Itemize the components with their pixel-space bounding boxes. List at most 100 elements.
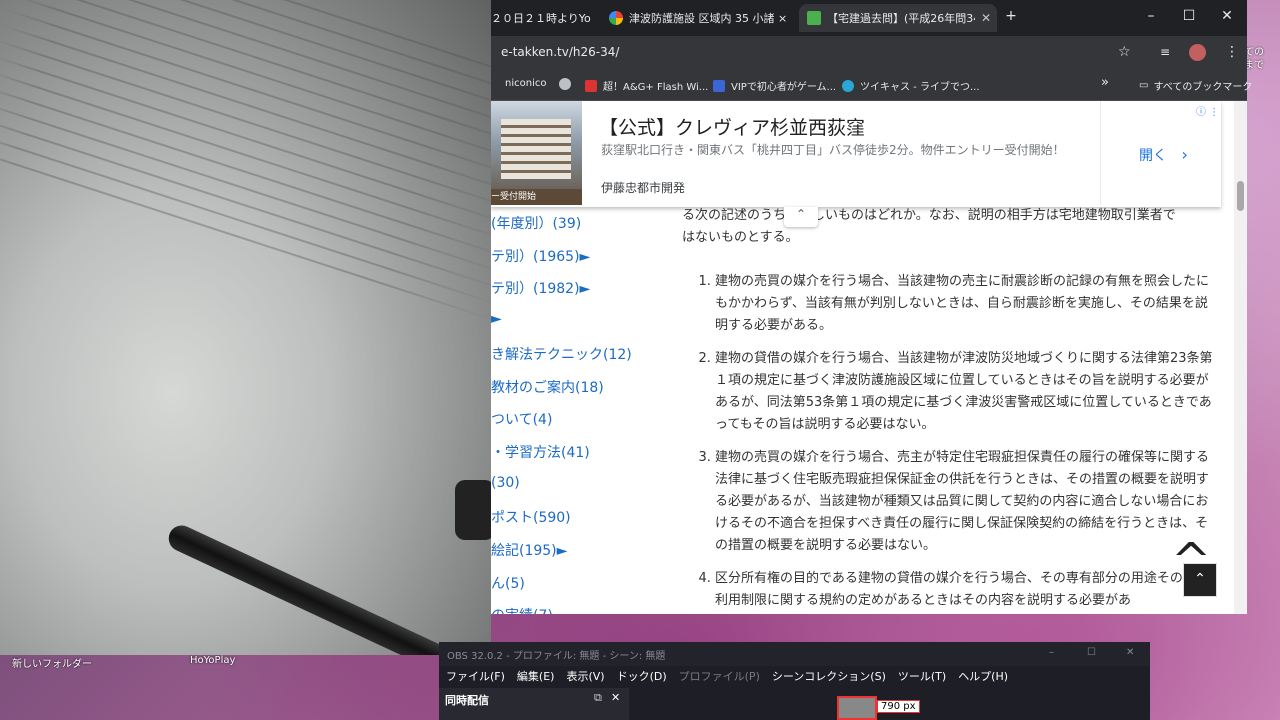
obs-maximize-button[interactable]: ☐ [1087, 647, 1096, 658]
page-scrollbar[interactable] [1234, 101, 1247, 614]
obs-dock-title: 同時配信 [445, 694, 489, 707]
obs-minimize-button[interactable]: – [1049, 647, 1054, 658]
twitcasting-icon [842, 79, 854, 92]
sidebar-item[interactable]: テ別）(1982)► [491, 278, 590, 298]
close-window-button[interactable]: ✕ [1209, 8, 1245, 24]
sidebar-item[interactable]: 教材のご案内(18) [491, 377, 604, 397]
bookmark-label: ツイキャス - ライブでつ... [860, 82, 980, 93]
obs-menu-profile[interactable]: プロファイル(P) [679, 666, 760, 688]
bookmark-label: VIPで初心者がゲーム... [731, 82, 837, 93]
sidebar-item[interactable]: ・学習方法(41) [491, 442, 590, 462]
close-tab-icon[interactable]: ✕ [981, 11, 991, 25]
google-icon [609, 11, 623, 25]
browser-window: ２０日２１時よりYo 津波防護施設 区域内 35 小諸 × 【宅建過去問】(平成… [491, 0, 1252, 614]
scroll-to-top[interactable]: ^ ⌃ [1167, 537, 1223, 597]
camera-feed [0, 0, 491, 655]
obs-menu-scene-collection[interactable]: シーンコレクション(S) [772, 666, 886, 688]
vip-icon [713, 79, 725, 92]
all-bookmarks-button[interactable]: ▭ すべてのブックマーク [1139, 78, 1252, 93]
ad-title[interactable]: 【公式】クレヴィア杉並西荻窪 [599, 113, 865, 140]
tab-e-takken[interactable]: 【宅建過去問】(平成26年問34) ✕ [799, 4, 997, 32]
tab-label: ２０日２１時よりYo [491, 12, 591, 25]
obs-menu-file[interactable]: ファイル(F) [446, 666, 505, 688]
obs-title-bar: OBS 32.0.2 - プロファイル: 無題 - シーン: 無題 – ☐ ✕ [439, 642, 1150, 666]
dock-close-icon[interactable]: ✕ [611, 691, 620, 704]
bookmark-label: niconico [505, 78, 547, 89]
tab-label: 津波防護施設 区域内 35 小諸 × [629, 12, 788, 25]
ad-divider [1100, 101, 1101, 205]
chevron-right-icon: › [1181, 145, 1188, 164]
sidebar-item[interactable]: の実績(7) [491, 605, 553, 614]
profile-avatar[interactable] [1189, 44, 1206, 61]
obs-menu-edit[interactable]: 編集(E) [517, 666, 555, 688]
preview-source-box[interactable] [837, 696, 877, 720]
url-field[interactable]: e-takken.tv/h26-34/ [501, 45, 619, 59]
bookmarks-overflow-button[interactable]: » [1101, 75, 1109, 90]
obs-menu-tools[interactable]: ツール(T) [898, 666, 946, 688]
option-3: 建物の売買の媒介を行う場合、売主が特定住宅瑕疵担保責任の履行の確保等に関する法律… [715, 447, 1215, 557]
preview-size-label: 790 px [877, 700, 920, 713]
obs-close-button[interactable]: ✕ [1126, 647, 1134, 658]
bookmark-star-icon[interactable]: ☆ [1118, 44, 1131, 60]
ad-banner[interactable]: ー受付開始 【公式】クレヴィア杉並西荻窪 荻窪駅北口行き・関東バス「桃井四丁目」… [491, 101, 1221, 207]
sidebar-item[interactable]: (30) [491, 475, 520, 491]
back-to-top-button[interactable]: ⌃ [1183, 563, 1217, 597]
bookmark-globe[interactable] [559, 78, 577, 90]
menu-icon[interactable]: ⋮ [1225, 44, 1239, 60]
bookmarks-bar: niconico 超！A&G+ Flash Wi... VIPで初心者がゲーム.… [491, 70, 1252, 101]
obs-title: OBS 32.0.2 - プロファイル: 無題 - シーン: 無題 [447, 651, 666, 662]
sidebar-item[interactable]: き解法テクニック(12) [491, 344, 632, 364]
media-control-icon[interactable]: ≡ [1160, 45, 1170, 59]
obs-menu-help[interactable]: ヘルプ(H) [958, 666, 1008, 688]
option-4: 区分所有権の目的である建物の貸借の媒介を行う場合、その専有部分の用途その他の利用… [715, 568, 1215, 612]
ad-collapse-button[interactable]: ⌃ [784, 207, 818, 227]
tab-google-search[interactable]: 津波防護施設 区域内 35 小諸 × [601, 4, 793, 32]
sidebar-item[interactable]: (年度別）(39) [491, 213, 581, 233]
bookmark-twitcasting[interactable]: ツイキャス - ライブでつ... [842, 78, 980, 93]
sidebar-item[interactable]: ► [491, 311, 502, 327]
all-bookmarks-label: すべてのブックマーク [1153, 82, 1253, 93]
obs-window: OBS 32.0.2 - プロファイル: 無題 - シーン: 無題 – ☐ ✕ … [439, 642, 1150, 720]
scrollbar-thumb[interactable] [1237, 181, 1244, 211]
pen-cap [455, 480, 491, 540]
question-intro-line1: る次の記述のうち、正しいものはどれか。なお、説明の相手方は宅地建物取引業者で [682, 208, 1176, 223]
obs-multistream-dock: 同時配信 ⧉ ✕ [439, 688, 629, 720]
dock-popout-icon[interactable]: ⧉ [594, 691, 602, 705]
bookmark-agqr[interactable]: 超！A&G+ Flash Wi... [585, 78, 708, 93]
page-content: ー受付開始 【公式】クレヴィア杉並西荻窪 荻窪駅北口行き・関東バス「桃井四丁目」… [491, 101, 1234, 614]
sidebar-item[interactable]: ポスト(590) [491, 507, 571, 527]
obs-menu-view[interactable]: 表示(V) [566, 666, 604, 688]
option-2: 建物の貸借の媒介を行う場合、当該建物が津波防災地域づくりに関する法律第23条第１… [715, 348, 1215, 436]
minimize-button[interactable]: – [1133, 8, 1169, 24]
bookmark-niconico[interactable]: niconico [505, 78, 546, 89]
sidebar-item[interactable]: ついて(4) [491, 409, 552, 429]
new-tab-button[interactable]: + [993, 8, 1029, 24]
sidebar-item[interactable]: 絵記(195)► [491, 540, 567, 560]
ad-image[interactable]: ー受付開始 [491, 101, 582, 205]
maximize-button[interactable]: ☐ [1171, 8, 1207, 24]
obs-preview-selection[interactable]: 790 px [837, 694, 929, 720]
tab-youtube[interactable]: ２０日２１時よりYo [491, 4, 599, 32]
obs-menu-bar: ファイル(F) 編集(E) 表示(V) ドック(D) プロファイル(P) シーン… [439, 666, 1150, 688]
tab-strip: ２０日２１時よりYo 津波防護施設 区域内 35 小諸 × 【宅建過去問】(平成… [491, 0, 1247, 36]
desktop-folder-label[interactable]: 新しいフォルダー [12, 655, 92, 670]
pen [164, 521, 491, 655]
bookmark-vip[interactable]: VIPで初心者がゲーム... [713, 78, 836, 93]
bookmark-label: 超！A&G+ Flash Wi... [603, 82, 709, 93]
ad-info-icon[interactable]: ⓘ ⋮ [1196, 103, 1219, 118]
option-1: 建物の売買の媒介を行う場合、当該建物の売主に耐震診断の記録の有無を照会したにもか… [715, 271, 1215, 337]
desktop-hoyoplay-label[interactable]: HoYoPlay [190, 655, 235, 666]
ad-open-label: 開く [1139, 148, 1167, 164]
answer-options: 建物の売買の媒介を行う場合、当該建物の売主に耐震診断の記録の有無を照会したにもか… [691, 271, 1215, 614]
obs-menu-dock[interactable]: ドック(D) [617, 666, 667, 688]
ad-open-button[interactable]: 開く › [1139, 145, 1188, 165]
ad-image-caption: ー受付開始 [491, 189, 582, 205]
sidebar-item[interactable]: ん(5) [491, 573, 525, 593]
agqr-icon [585, 79, 597, 92]
sidebar-item[interactable]: テ別）(1965)► [491, 246, 590, 266]
e-takken-icon [807, 11, 821, 25]
folder-icon: ▭ [1139, 80, 1149, 91]
globe-icon [559, 78, 571, 90]
building-image [501, 119, 571, 179]
address-bar: e-takken.tv/h26-34/ ☆ ≡ ⋮ [491, 36, 1247, 70]
